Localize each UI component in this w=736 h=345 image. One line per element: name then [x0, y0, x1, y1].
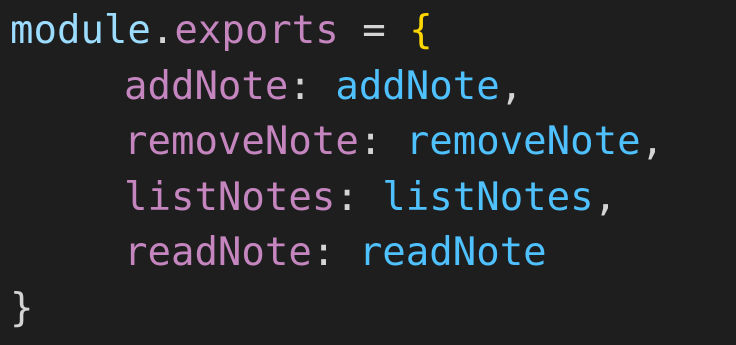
- entry-colon: :: [335, 174, 383, 220]
- entry-comma: ,: [499, 63, 524, 109]
- entry-comma: ,: [640, 119, 665, 164]
- code-line-5: readNote: readNote: [10, 225, 736, 281]
- entry-value: readNote: [358, 230, 547, 275]
- close-brace: }: [10, 285, 34, 331]
- assignment-operator: =: [338, 8, 410, 53]
- entry-key: addNote: [124, 63, 289, 109]
- exports-member: exports: [174, 8, 339, 53]
- code-line-3: removeNote: removeNote,: [10, 114, 736, 170]
- entry-value: listNotes: [382, 174, 594, 220]
- dot-operator: .: [150, 8, 175, 53]
- code-line-1: module.exports = {: [10, 3, 736, 59]
- code-line-2: addNote: addNote,: [10, 59, 736, 115]
- entry-colon: :: [288, 63, 336, 109]
- code-line-4: listNotes: listNotes,: [10, 170, 736, 226]
- entry-colon: :: [358, 119, 406, 164]
- module-identifier: module: [10, 8, 151, 53]
- entry-comma: ,: [593, 174, 618, 220]
- entry-value: removeNote: [405, 119, 641, 164]
- code-editor[interactable]: module.exports = { addNote: addNote, rem…: [0, 0, 736, 345]
- entry-key: removeNote: [124, 119, 359, 164]
- entry-key: readNote: [124, 230, 312, 275]
- entry-value: addNote: [335, 63, 500, 109]
- code-line-6: }: [10, 281, 736, 337]
- entry-key: listNotes: [124, 174, 336, 220]
- open-brace: {: [409, 8, 433, 53]
- entry-colon: :: [311, 230, 359, 275]
